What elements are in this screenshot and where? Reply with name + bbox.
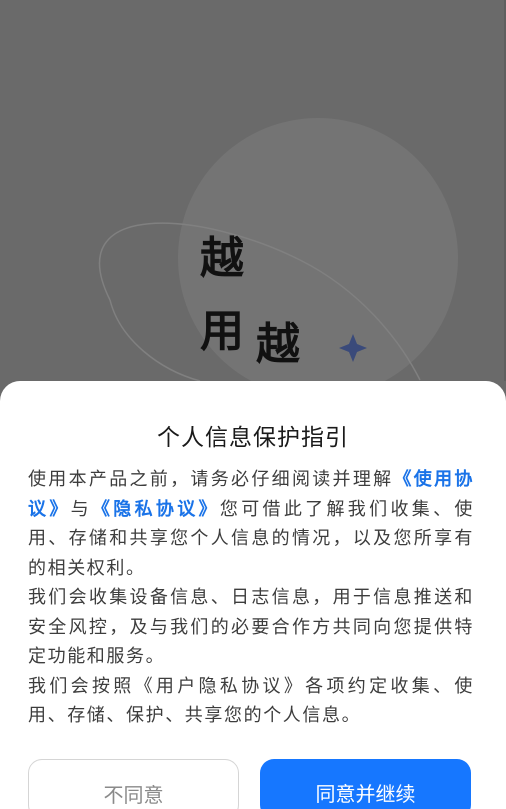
paragraph-data-collection: 我们会收集设备信息、日志信息，用于信息推送和安全风控，及与我们的必要合作方共同向… — [28, 587, 474, 667]
paragraph1-before: 使用本产品之前，请务必仔细阅读并理解 — [28, 469, 394, 490]
paragraph1-and: 与 — [70, 498, 92, 520]
accept-button[interactable]: 同意并继续 — [260, 759, 471, 809]
dialog-body: 使用本产品之前，请务必仔细阅读并理解《使用协议》与《隐私协议》您可借此了解我们收… — [28, 465, 474, 731]
paragraph-usage: 我们会按照《用户隐私协议》各项约定收集、使用、存储、保护、共享您的个人信息。 — [28, 675, 474, 727]
decline-button[interactable]: 不同意 — [28, 759, 239, 809]
privacy-agreement-link[interactable]: 《隐私协议》 — [92, 499, 220, 520]
dialog-title: 个人信息保护指引 — [157, 425, 349, 451]
paragraph-agreements: 使用本产品之前，请务必仔细阅读并理解《使用协议》与《隐私协议》您可借此了解我们收… — [28, 465, 474, 583]
privacy-dialog: 个人信息保护指引 使用本产品之前，请务必仔细阅读并理解《使用协议》与《隐私协议》… — [0, 381, 506, 809]
